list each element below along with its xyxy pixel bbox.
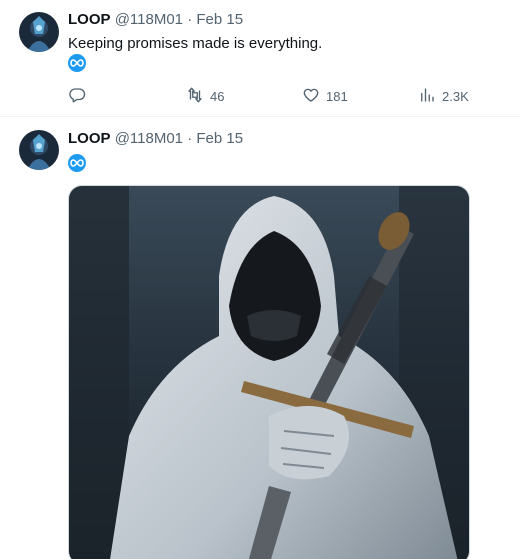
tweet-actions: 46 181 2.3K	[68, 86, 488, 106]
tweet-header: LOOP @118M01 · Feb 15	[68, 129, 243, 149]
separator: ·	[187, 130, 193, 147]
avatar[interactable]	[19, 12, 59, 52]
retweet-icon	[186, 86, 204, 107]
tweet[interactable]: LOOP @118M01 · Feb 15 Keeping promises m…	[0, 0, 520, 117]
heart-icon	[302, 86, 320, 107]
tweet-date[interactable]: Feb 15	[196, 11, 243, 28]
avatar[interactable]	[19, 130, 59, 170]
retweet-count: 46	[210, 89, 225, 104]
like-button[interactable]: 181	[302, 86, 348, 107]
separator: ·	[187, 11, 193, 28]
views-button[interactable]: 2.3K	[418, 86, 469, 107]
tweet-header: LOOP @118M01 · Feb 15	[68, 10, 243, 30]
views-icon	[418, 86, 436, 107]
display-name[interactable]: LOOP	[68, 130, 111, 147]
like-count: 181	[326, 89, 348, 104]
reply-icon	[68, 86, 86, 107]
user-handle[interactable]: @118M01	[115, 11, 183, 28]
display-name[interactable]: LOOP	[68, 11, 111, 28]
tweet-text: Keeping promises made is everything.	[68, 35, 323, 52]
user-handle[interactable]: @118M01	[115, 130, 183, 147]
tweet-date[interactable]: Feb 15	[196, 130, 243, 147]
retweet-button[interactable]: 46	[186, 86, 224, 107]
tweet[interactable]: LOOP @118M01 · Feb 15	[0, 118, 520, 559]
tweet-media-image[interactable]	[68, 185, 470, 559]
infinity-icon	[68, 54, 86, 72]
reply-button[interactable]	[68, 86, 86, 107]
infinity-icon	[68, 154, 86, 172]
views-count: 2.3K	[442, 89, 469, 104]
